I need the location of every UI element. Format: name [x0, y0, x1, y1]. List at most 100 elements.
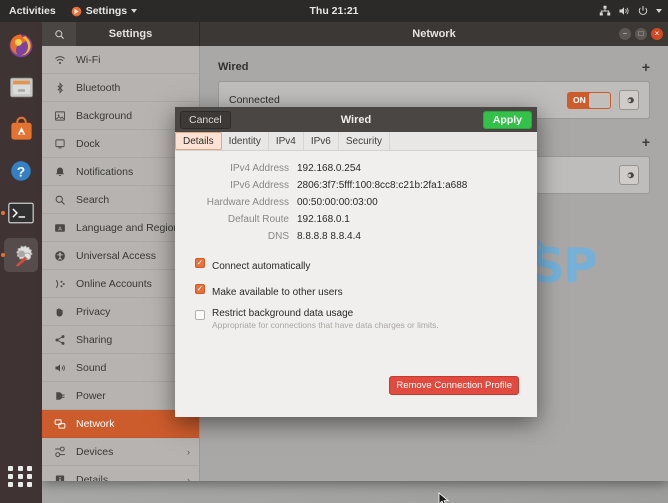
field-label: Hardware Address [175, 197, 297, 208]
dialog-header: Cancel Wired Apply [175, 107, 537, 132]
option-make-available-to-other-users[interactable]: Make available to other users [195, 282, 537, 300]
field-value: 00:50:00:00:03:00 [297, 197, 378, 208]
wired-settings-button[interactable] [619, 90, 639, 110]
option-connect-automatically[interactable]: Connect automatically [195, 256, 537, 274]
option-restrict-background-data-usage[interactable]: Restrict background data usage Appropria… [195, 308, 537, 330]
field-row-ipv4-address: IPv4 Address 192.168.0.254 [175, 163, 537, 174]
sidebar-item-devices[interactable]: Devices › [42, 438, 199, 466]
add-wired-button[interactable]: + [642, 60, 650, 74]
power-plug-icon [52, 390, 67, 402]
dock-item-files[interactable] [4, 70, 38, 104]
dialog-title: Wired [341, 114, 371, 126]
tab-ipv4[interactable]: IPv4 [269, 132, 304, 150]
app-menu-settings[interactable]: Settings [65, 5, 143, 17]
option-text: Connect automatically [212, 256, 310, 274]
sidebar-item-label: Online Accounts [76, 278, 152, 290]
option-text: Restrict background data usage Appropria… [212, 308, 439, 330]
remove-connection-profile-button[interactable]: Remove Connection Profile [389, 376, 519, 395]
field-row-dns: DNS 8.8.8.8 8.8.4.4 [175, 231, 537, 242]
mouse-cursor [438, 492, 449, 503]
sidebar-item-label: Sharing [76, 334, 112, 346]
grid-dot [8, 474, 13, 479]
gear-icon [624, 170, 635, 181]
tab-ipv6[interactable]: IPv6 [304, 132, 339, 150]
field-row-ipv6-address: IPv6 Address 2806:3f7:5fff:100:8cc8:c21b… [175, 180, 537, 191]
settings-app-icon [71, 6, 82, 17]
help-icon: ? [8, 158, 34, 184]
grid-dot [18, 482, 23, 487]
sharing-icon [52, 334, 67, 346]
sidebar-item-label: Search [76, 194, 109, 206]
sidebar-item-label: Wi-Fi [76, 54, 101, 66]
sidebar-item-label: Power [76, 390, 106, 402]
tab-security[interactable]: Security [339, 132, 390, 150]
sidebar-item-label: Network [76, 418, 115, 430]
sidebar-title: Settings [76, 28, 199, 40]
field-value: 192.168.0.254 [297, 163, 361, 174]
grid-dot [8, 482, 13, 487]
sidebar-item-wifi[interactable]: Wi-Fi [42, 46, 199, 74]
field-row-hardware-address: Hardware Address 00:50:00:00:03:00 [175, 197, 537, 208]
status-area[interactable] [599, 5, 662, 17]
app-menu-label: Settings [86, 5, 127, 17]
running-indicator [1, 211, 5, 215]
option-text: Make available to other users [212, 282, 343, 300]
checkbox[interactable] [195, 310, 205, 320]
sidebar-item-label: Devices [76, 446, 113, 458]
sidebar-item-bluetooth[interactable]: Bluetooth [42, 74, 199, 102]
tab-details[interactable]: Details [175, 132, 222, 150]
grid-dot [8, 466, 13, 471]
apply-button[interactable]: Apply [483, 111, 532, 129]
connection-status-label: Connected [229, 94, 280, 106]
checkbox[interactable] [195, 284, 205, 294]
close-button[interactable]: × [651, 28, 663, 40]
window-titlebar: Settings Network − □ × [42, 22, 668, 46]
cancel-button[interactable]: Cancel [180, 111, 231, 129]
sidebar-item-label: Bluetooth [76, 82, 120, 94]
sidebar-item-details[interactable]: Details › [42, 466, 199, 481]
window-header-right: Network − □ × [200, 22, 668, 46]
add-connection-button[interactable]: + [642, 135, 650, 149]
show-applications-button[interactable] [8, 463, 34, 489]
clock[interactable]: Thu 21:21 [309, 5, 358, 17]
language-icon: A [52, 222, 67, 234]
dock-item-firefox[interactable] [4, 28, 38, 62]
chevron-down-icon [656, 9, 662, 13]
wired-toggle[interactable]: ON [567, 92, 611, 109]
background-icon [52, 110, 67, 122]
sidebar-item-label: Dock [76, 138, 100, 150]
chevron-right-icon: › [187, 475, 190, 482]
dialog-options: Connect automatically Make available to … [195, 256, 537, 330]
search-button[interactable] [42, 22, 76, 46]
top-bar: Activities Settings Thu 21:21 [0, 0, 668, 22]
dialog-body: IPv4 Address 192.168.0.254 IPv6 Address … [175, 151, 537, 417]
dock-item-ubuntu-software[interactable] [4, 112, 38, 146]
terminal-icon [8, 202, 34, 224]
grid-dot [27, 482, 32, 487]
option-description: Appropriate for connections that have da… [212, 320, 439, 330]
minimize-button[interactable]: − [619, 28, 631, 40]
volume-icon [618, 5, 630, 17]
details-info-icon [52, 474, 67, 482]
power-icon [637, 5, 649, 17]
checkbox[interactable] [195, 258, 205, 268]
field-value: 8.8.8.8 8.8.4.4 [297, 231, 361, 242]
tab-identity[interactable]: Identity [222, 132, 269, 150]
dialog-tabs: Details Identity IPv4 IPv6 Security [175, 132, 537, 151]
dock-item-help[interactable]: ? [4, 154, 38, 188]
chevron-right-icon: › [187, 447, 190, 457]
running-indicator [1, 253, 5, 257]
dock-item-terminal[interactable] [4, 196, 38, 230]
settings-gear-wrench-icon [8, 242, 35, 269]
field-value: 2806:3f7:5fff:100:8cc8:c21b:2fa1:a688 [297, 180, 467, 191]
sidebar-header: Settings [42, 22, 200, 46]
row-controls: ON [567, 90, 639, 110]
sidebar-item-label: Details [76, 474, 108, 482]
field-label: Default Route [175, 214, 297, 225]
screen: Activities Settings Thu 21:21 [0, 0, 668, 503]
dock-item-settings[interactable] [4, 238, 38, 272]
maximize-button[interactable]: □ [635, 28, 647, 40]
secondary-settings-button[interactable] [619, 165, 639, 185]
activities-button[interactable]: Activities [0, 5, 65, 17]
online-accounts-icon [52, 278, 67, 290]
